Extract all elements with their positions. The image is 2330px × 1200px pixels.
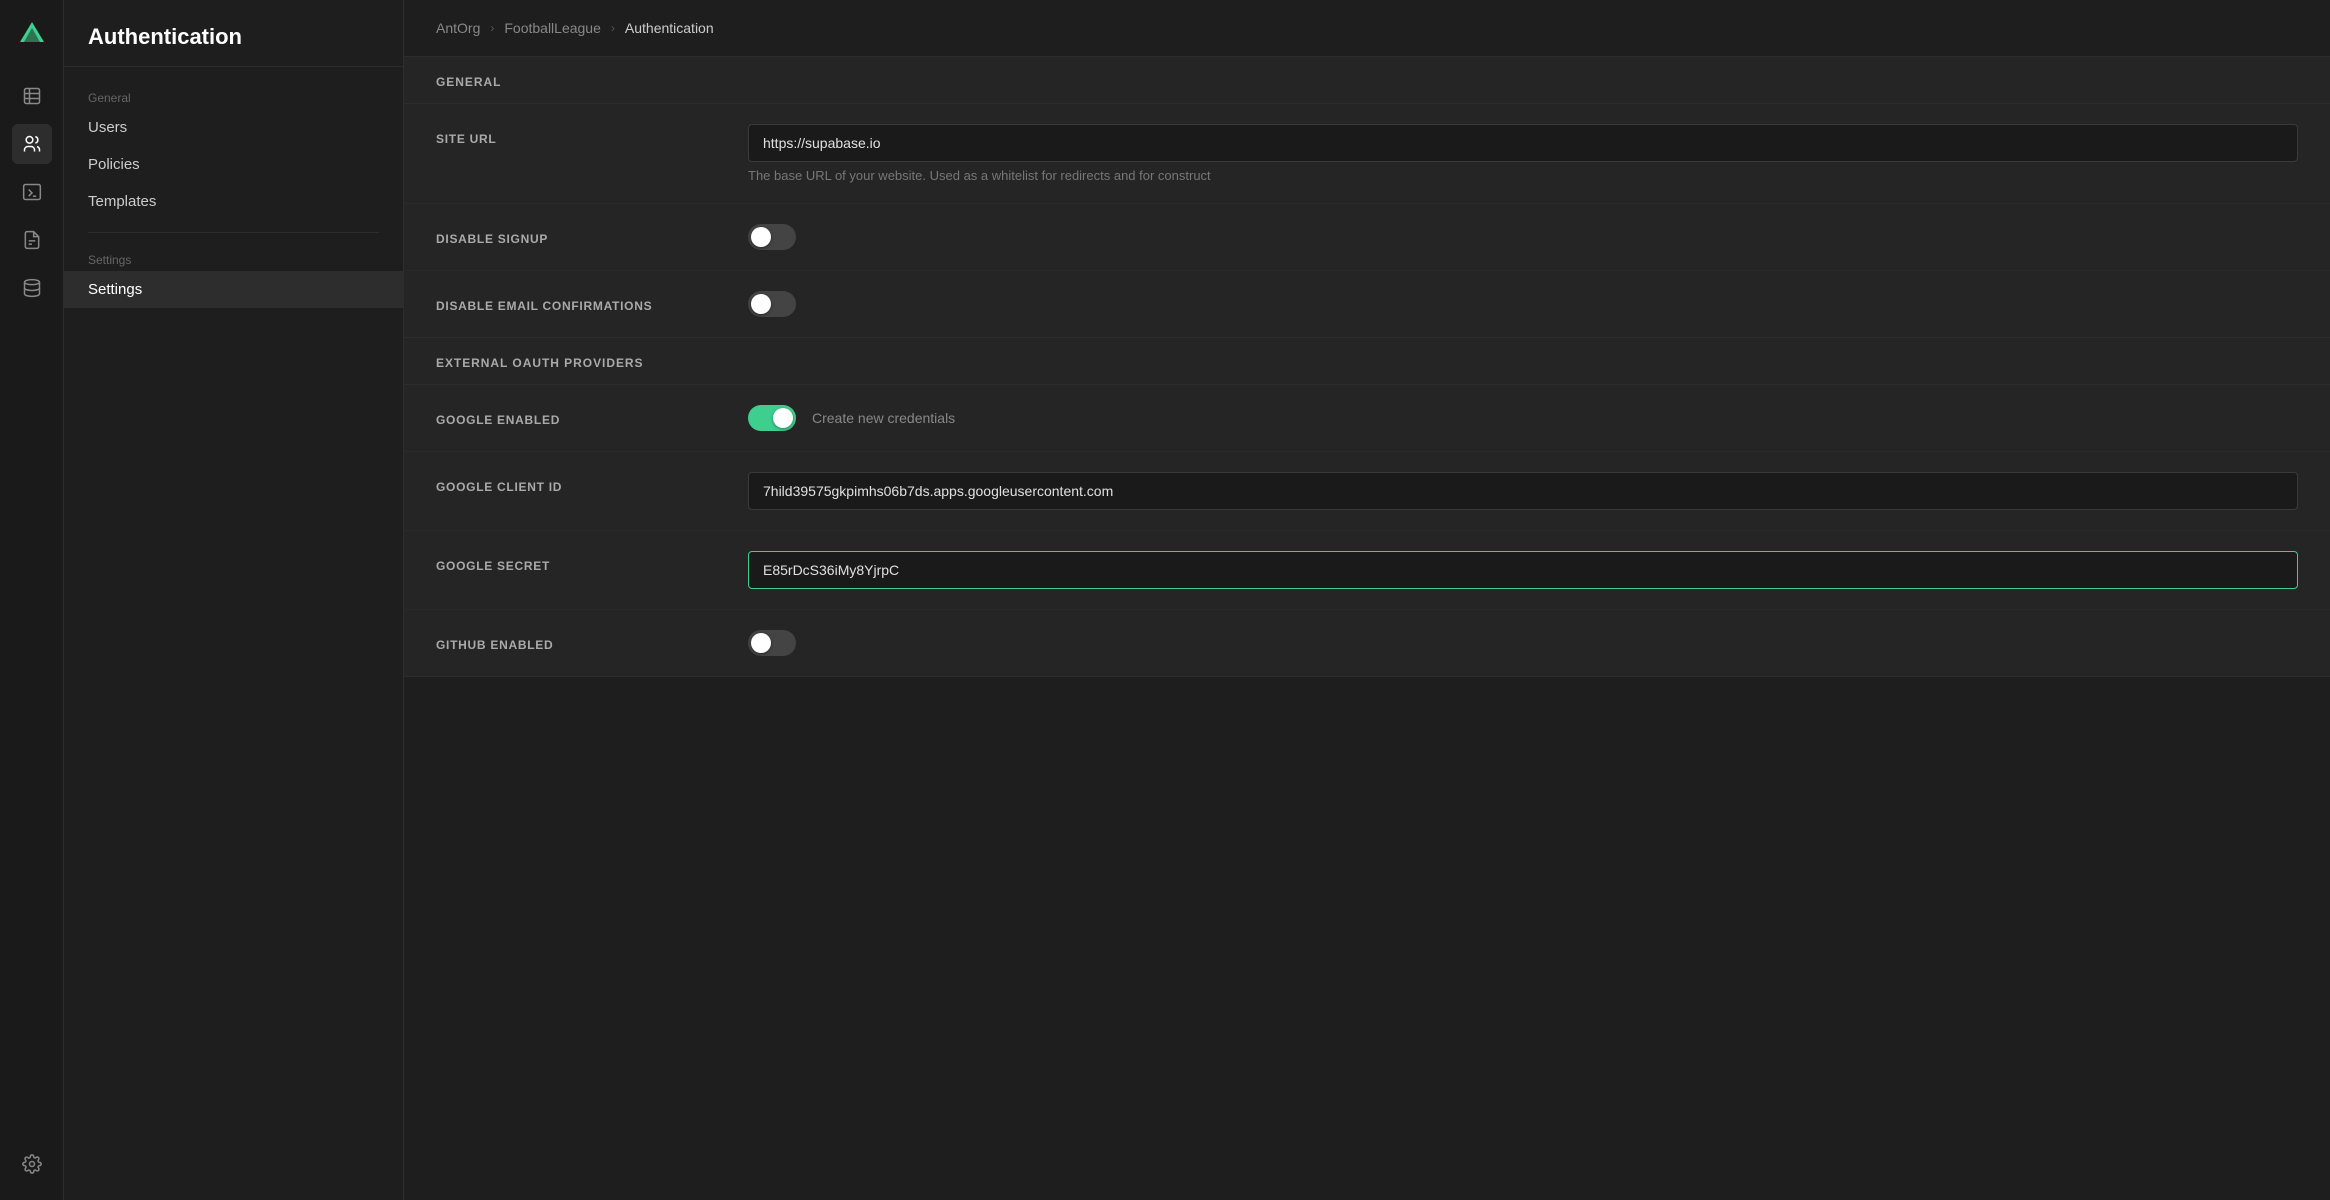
icon-sidebar bbox=[0, 0, 64, 1200]
google-enabled-label: GOOGLE ENABLED bbox=[436, 405, 716, 427]
breadcrumb-current: Authentication bbox=[625, 20, 714, 36]
main-content: AntOrg › FootballLeague › Authentication… bbox=[404, 0, 2330, 1200]
disable-email-row: DISABLE EMAIL CONFIRMATIONS bbox=[404, 271, 2330, 337]
create-credentials-link[interactable]: Create new credentials bbox=[812, 410, 955, 426]
google-enabled-row: GOOGLE ENABLED Create new credentials bbox=[404, 385, 2330, 452]
google-secret-control bbox=[748, 551, 2298, 589]
content-area: GENERAL SITE URL The base URL of your we… bbox=[404, 57, 2330, 1200]
google-secret-row: GOOGLE SECRET bbox=[404, 531, 2330, 610]
oauth-section-header: EXTERNAL OAUTH PROVIDERS bbox=[404, 338, 2330, 385]
sidebar-item-templates[interactable]: Templates bbox=[64, 183, 403, 220]
breadcrumb-sep-2: › bbox=[611, 21, 615, 35]
settings-section-label: Settings bbox=[64, 245, 403, 271]
disable-signup-label: DISABLE SIGNUP bbox=[436, 224, 716, 246]
general-section-label: General bbox=[64, 83, 403, 109]
breadcrumb-org[interactable]: AntOrg bbox=[436, 20, 480, 36]
database-icon[interactable] bbox=[12, 268, 52, 308]
disable-email-control bbox=[748, 291, 2298, 317]
left-panel: Authentication General Users Policies Te… bbox=[64, 0, 404, 1200]
site-url-label: SITE URL bbox=[436, 124, 716, 146]
google-enabled-control: Create new credentials bbox=[748, 405, 2298, 431]
general-section: GENERAL SITE URL The base URL of your we… bbox=[404, 57, 2330, 338]
sidebar-item-policies[interactable]: Policies bbox=[64, 146, 403, 183]
gear-icon[interactable] bbox=[12, 1144, 52, 1184]
google-client-id-label: GOOGLE CLIENT ID bbox=[436, 472, 716, 494]
nav-divider bbox=[88, 232, 379, 233]
sidebar-item-users[interactable]: Users bbox=[64, 109, 403, 146]
terminal-icon[interactable] bbox=[12, 172, 52, 212]
site-url-control: The base URL of your website. Used as a … bbox=[748, 124, 2298, 183]
left-nav: General Users Policies Templates Setting… bbox=[64, 67, 403, 324]
disable-email-toggle[interactable] bbox=[748, 291, 796, 317]
google-enabled-thumb bbox=[773, 408, 793, 428]
google-secret-label: GOOGLE SECRET bbox=[436, 551, 716, 573]
breadcrumb-sep-1: › bbox=[490, 21, 494, 35]
disable-signup-thumb bbox=[751, 227, 771, 247]
disable-signup-toggle[interactable] bbox=[748, 224, 796, 250]
google-client-id-control bbox=[748, 472, 2298, 510]
breadcrumb-project[interactable]: FootballLeague bbox=[504, 20, 601, 36]
document-icon[interactable] bbox=[12, 220, 52, 260]
google-client-id-input[interactable] bbox=[748, 472, 2298, 510]
page-title: Authentication bbox=[88, 24, 379, 50]
sidebar-item-settings[interactable]: Settings bbox=[64, 271, 403, 308]
breadcrumb: AntOrg › FootballLeague › Authentication bbox=[404, 0, 2330, 57]
github-enabled-label: GITHUB ENABLED bbox=[436, 630, 716, 652]
disable-email-label: DISABLE EMAIL CONFIRMATIONS bbox=[436, 291, 716, 313]
site-url-hint: The base URL of your website. Used as a … bbox=[748, 168, 2298, 183]
oauth-section-title: EXTERNAL OAUTH PROVIDERS bbox=[436, 356, 2298, 370]
oauth-section: EXTERNAL OAUTH PROVIDERS GOOGLE ENABLED … bbox=[404, 338, 2330, 677]
users-icon[interactable] bbox=[12, 124, 52, 164]
google-toggle-row: Create new credentials bbox=[748, 405, 2298, 431]
table-icon[interactable] bbox=[12, 76, 52, 116]
google-client-id-row: GOOGLE CLIENT ID bbox=[404, 452, 2330, 531]
disable-email-thumb bbox=[751, 294, 771, 314]
google-secret-input[interactable] bbox=[748, 551, 2298, 589]
general-section-header: GENERAL bbox=[404, 57, 2330, 104]
left-panel-header: Authentication bbox=[64, 0, 403, 67]
google-enabled-toggle[interactable] bbox=[748, 405, 796, 431]
disable-signup-control bbox=[748, 224, 2298, 250]
site-url-row: SITE URL The base URL of your website. U… bbox=[404, 104, 2330, 204]
app-logo[interactable] bbox=[14, 16, 50, 52]
github-enabled-row: GITHUB ENABLED bbox=[404, 610, 2330, 676]
github-enabled-thumb bbox=[751, 633, 771, 653]
disable-signup-row: DISABLE SIGNUP bbox=[404, 204, 2330, 271]
github-enabled-toggle[interactable] bbox=[748, 630, 796, 656]
general-section-title: GENERAL bbox=[436, 75, 2298, 89]
github-enabled-control bbox=[748, 630, 2298, 656]
site-url-input[interactable] bbox=[748, 124, 2298, 162]
